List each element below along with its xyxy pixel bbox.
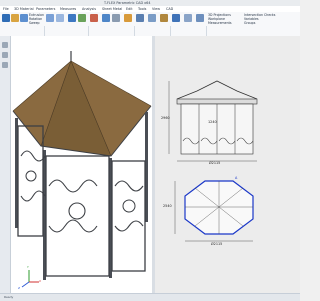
project-icon[interactable]	[90, 14, 98, 22]
copy-icon[interactable]	[102, 14, 110, 22]
dim-plan-label: Ø2115	[211, 242, 223, 246]
ribbon-label-sweep[interactable]: Sweep	[29, 21, 40, 25]
iron-ornament	[25, 170, 37, 182]
3d-viewport[interactable]: X Y Z	[11, 36, 152, 293]
z-axis-label: Z	[18, 286, 21, 290]
dim-width-label: Ø2115	[209, 161, 221, 165]
dim-height-label: 2960	[161, 116, 170, 120]
iron-panel	[111, 160, 146, 272]
iron-panel	[45, 155, 110, 277]
iron-ornament	[122, 199, 136, 213]
view-icon[interactable]	[172, 14, 180, 22]
operation-icon[interactable]	[78, 14, 86, 22]
array-icon[interactable]	[112, 14, 120, 22]
open-icon[interactable]	[11, 14, 19, 22]
node-icon[interactable]	[68, 14, 76, 22]
drawing-annotation: A	[235, 176, 238, 180]
x-axis-label: X	[39, 279, 42, 283]
y-axis-label: Y	[27, 265, 29, 269]
dim-mid-label: 1240	[208, 120, 217, 124]
model-tree-icon[interactable]	[2, 42, 8, 48]
left-toolbar	[0, 36, 11, 293]
options-icon[interactable]	[196, 14, 204, 22]
material-icon[interactable]	[160, 14, 168, 22]
fillet-icon[interactable]	[56, 14, 64, 22]
ribbon-toolbar: Extrusion Rotation Sweep 3D Projections …	[0, 12, 300, 46]
iron-scrollwork	[20, 150, 144, 193]
ribbon-measurements[interactable]: Measurements	[208, 21, 232, 25]
loft-icon[interactable]	[46, 14, 54, 22]
thicken-icon[interactable]	[136, 14, 144, 22]
mirror-icon[interactable]	[124, 14, 132, 22]
iron-ornament	[68, 202, 86, 220]
selection-icon[interactable]	[184, 14, 192, 22]
z-axis-line	[21, 281, 30, 288]
drawing-canvas	[168, 80, 258, 242]
2d-drawing-sheet[interactable]: Ø2115 2960 1240 Ø2115 2540 A	[155, 36, 300, 293]
gazebo-3d-model	[12, 51, 152, 288]
properties-icon[interactable]	[2, 52, 8, 58]
dim-plan-height-label: 2540	[163, 204, 172, 208]
save-icon[interactable]	[2, 14, 10, 22]
parameter-icon[interactable]	[20, 14, 28, 22]
elevation-roof	[176, 80, 258, 100]
ribbon-groups[interactable]: Groups	[244, 21, 255, 25]
elevation-fascia	[176, 98, 258, 105]
iron-scrollwork	[20, 190, 144, 233]
layers-icon[interactable]	[2, 62, 8, 68]
section-icon[interactable]	[148, 14, 156, 22]
